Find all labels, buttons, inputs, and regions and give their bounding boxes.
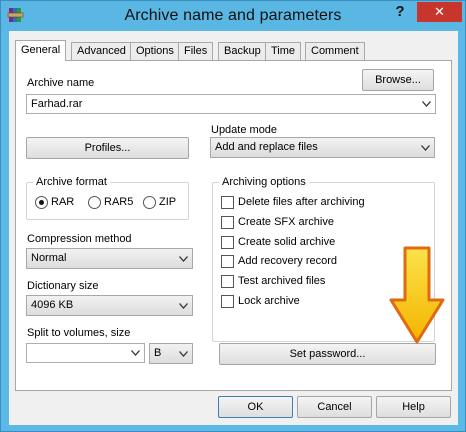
tab-advanced[interactable]: Advanced [71,42,132,60]
tab-backup[interactable]: Backup [218,42,267,60]
help-button[interactable]: Help [376,396,451,418]
tab-comment[interactable]: Comment [305,42,365,60]
title-help-button[interactable]: ? [387,2,413,22]
ok-button[interactable]: OK [218,396,293,418]
split-volumes-label: Split to volumes, size [27,327,131,339]
archive-format-label: Archive format [33,176,110,188]
chevron-down-icon [178,296,188,315]
compression-method-value: Normal [31,252,67,264]
format-rar-radio[interactable] [35,196,48,209]
dialog-client-area: General Advanced Options Files Backup Ti… [9,31,458,425]
browse-button[interactable]: Browse... [362,69,434,91]
recovery-record-label: Add recovery record [238,255,338,267]
create-sfx-checkbox[interactable] [221,216,234,229]
set-password-button[interactable]: Set password... [219,343,436,365]
chevron-down-icon [178,344,188,363]
create-solid-label: Create solid archive [238,236,336,248]
format-rar5-label: RAR5 [104,196,134,208]
lock-archive-label: Lock archive [238,295,300,307]
chevron-down-icon [178,249,188,268]
profiles-button[interactable]: Profiles... [26,137,189,159]
archiving-options-label: Archiving options [219,176,309,188]
dialog-window: Archive name and parameters ? ✕ General … [0,0,466,432]
update-mode-value: Add and replace files [215,141,318,153]
compression-method-label: Compression method [27,233,132,245]
tab-options[interactable]: Options [130,42,180,60]
recovery-record-checkbox[interactable] [221,255,234,268]
cancel-button[interactable]: Cancel [297,396,372,418]
archive-name-field[interactable]: Farhad.rar [26,94,436,114]
update-mode-label: Update mode [211,124,278,136]
archive-format-group: Archive format RAR RAR5 ZIP [26,176,189,220]
title-close-button[interactable]: ✕ [417,2,462,22]
update-mode-select[interactable]: Add and replace files [210,137,435,158]
general-tab-panel: Archive name Browse... Farhad.rar Profil… [15,60,452,391]
create-sfx-label: Create SFX archive [238,216,334,228]
chevron-down-icon [421,95,431,113]
dictionary-size-value: 4096 KB [31,299,74,311]
format-zip-label: ZIP [159,196,177,208]
delete-files-label: Delete files after archiving [238,196,365,208]
dictionary-size-select[interactable]: 4096 KB [26,295,193,316]
split-unit-select[interactable]: B [149,343,193,364]
create-solid-checkbox[interactable] [221,236,234,249]
tab-files[interactable]: Files [178,42,214,60]
archive-name-value: Farhad.rar [31,98,83,110]
tab-general[interactable]: General [15,40,67,61]
title-bar[interactable]: Archive name and parameters ? ✕ [1,1,465,31]
compression-method-select[interactable]: Normal [26,248,193,269]
format-rar-label: RAR [51,196,75,208]
chevron-down-icon [420,138,430,157]
chevron-down-icon [130,344,140,362]
format-zip-radio[interactable] [143,196,156,209]
split-unit-value: B [154,347,162,359]
test-archived-checkbox[interactable] [221,275,234,288]
tab-time[interactable]: Time [265,42,302,60]
down-arrow-icon [389,246,445,344]
archive-name-label: Archive name [27,77,95,89]
delete-files-checkbox[interactable] [221,196,234,209]
dictionary-size-label: Dictionary size [27,280,99,292]
lock-archive-checkbox[interactable] [221,295,234,308]
format-rar5-radio[interactable] [88,196,101,209]
test-archived-label: Test archived files [238,275,326,287]
split-volumes-size-field[interactable] [26,343,145,363]
